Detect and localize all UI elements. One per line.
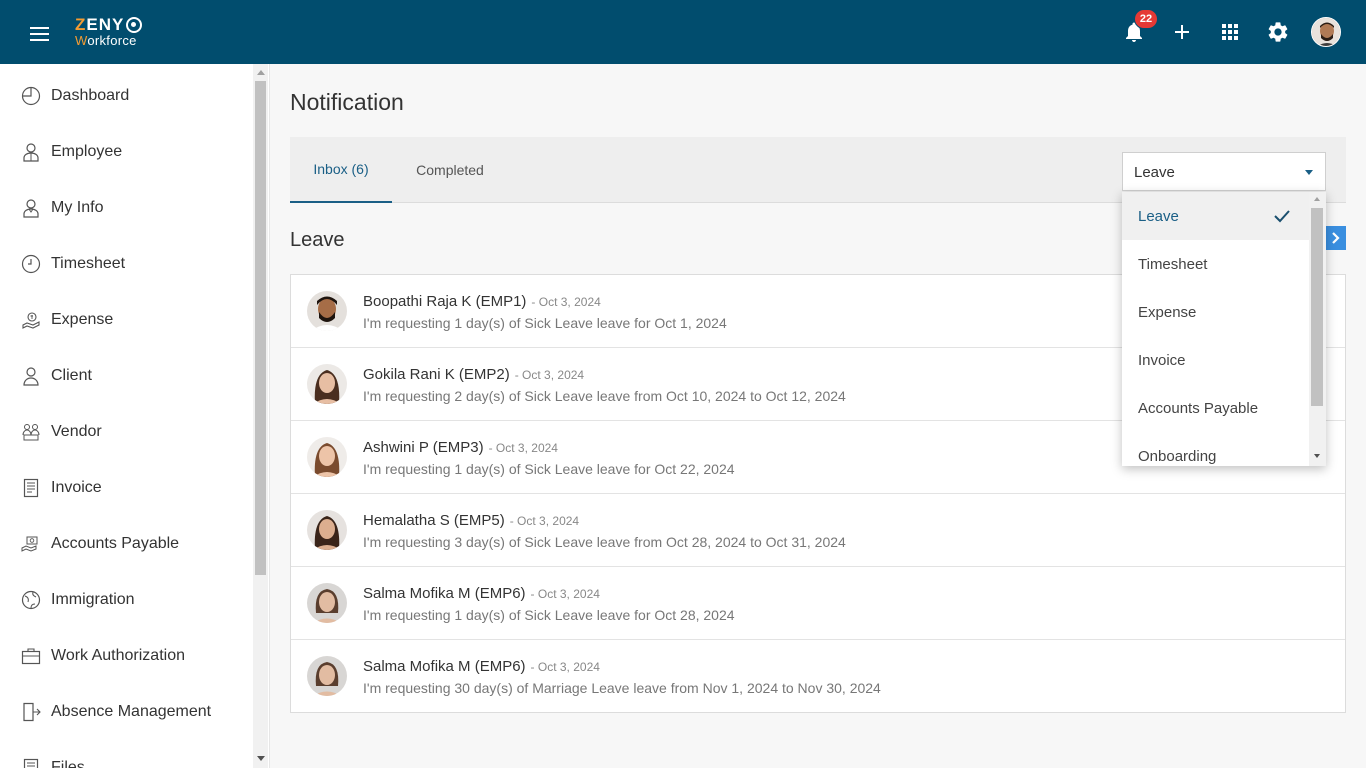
notification-message: I'm requesting 3 day(s) of Sick Leave le… [363, 534, 846, 550]
sidebar-item-absence-management[interactable]: Absence Management [0, 684, 252, 740]
notification-date: - Oct 3, 2024 [531, 295, 601, 309]
expense-icon [22, 312, 40, 329]
accounts-payable-icon [21, 536, 38, 552]
notification-date: - Oct 3, 2024 [514, 368, 585, 382]
dropdown-scroll-down-arrow[interactable] [1314, 454, 1320, 458]
employee-name: Boopathi Raja K (EMP1) [363, 293, 527, 310]
sidebar-item-invoice[interactable]: Invoice [0, 460, 252, 516]
client-icon [23, 367, 39, 386]
notification-row[interactable]: Salma Mofika M (EMP6) - Oct 3, 2024 I'm r… [291, 640, 1345, 713]
employee-avatar [307, 437, 347, 477]
tab-completed[interactable]: Completed [392, 137, 508, 203]
sidebar-item-label: Files [51, 759, 85, 768]
globe-icon [21, 590, 41, 610]
dropdown-option-leave[interactable]: Leave [1122, 192, 1309, 240]
employee-avatar [307, 583, 347, 623]
sidebar-item-dashboard[interactable]: Dashboard [0, 68, 252, 124]
dropdown-scroll-up-arrow[interactable] [1314, 197, 1320, 201]
employee-avatar [307, 364, 347, 404]
page-title: Notification [290, 89, 404, 115]
sidebar-item-immigration[interactable]: Immigration [0, 572, 252, 628]
dropdown-option-expense[interactable]: Expense [1122, 288, 1309, 336]
sidebar-item-label: Client [51, 367, 92, 384]
sidebar-item-timesheet[interactable]: Timesheet [0, 236, 252, 292]
sidebar-item-client[interactable]: Client [0, 348, 252, 404]
sidebar-item-label: Expense [51, 311, 114, 328]
notification-message: I'm requesting 1 day(s) of Sick Leave le… [363, 461, 735, 477]
sidebar-item-label: Vendor [51, 423, 102, 440]
notification-message: I'm requesting 2 day(s) of Sick Leave le… [363, 388, 846, 404]
sidebar-item-accounts-payable[interactable]: Accounts Payable [0, 516, 252, 572]
caret-down-icon [1305, 170, 1313, 175]
notification-date: - Oct 3, 2024 [530, 660, 600, 674]
dropdown-option-accounts-payable[interactable]: Accounts Payable [1122, 384, 1309, 432]
briefcase-icon [21, 648, 41, 665]
employee-name: Salma Mofika M (EMP6) [363, 658, 526, 675]
sidebar-item-label: My Info [51, 199, 104, 216]
exit-door-icon [23, 702, 41, 722]
sidebar-item-label: Accounts Payable [51, 535, 180, 552]
sidebar-item-employee[interactable]: Employee [0, 124, 252, 180]
sidebar: Dashboard Employee My Info Timesheet Exp… [0, 64, 270, 768]
sidebar-item-files[interactable]: Files [0, 740, 252, 768]
sidebar-item-label: Employee [51, 143, 123, 160]
category-select-value: Leave [1134, 164, 1175, 181]
sidebar-item-label: Timesheet [51, 255, 126, 272]
top-bar: Z ENY Workforce 22 [0, 0, 1366, 64]
check-icon [1274, 210, 1290, 223]
notification-date: - Oct 3, 2024 [509, 514, 580, 528]
employee-avatar [307, 510, 347, 550]
employee-name: Ashwini P (EMP3) [363, 439, 484, 456]
category-dropdown-menu: Leave Timesheet Expense Invoice Accounts… [1122, 192, 1326, 466]
dropdown-option-onboarding[interactable]: Onboarding [1122, 432, 1309, 466]
menu-icon[interactable] [30, 27, 50, 41]
employee-name: Gokila Rani K (EMP2) [363, 366, 510, 383]
employee-avatar [307, 291, 347, 331]
my-info-icon [23, 199, 39, 218]
sidebar-scroll-up-arrow[interactable] [257, 70, 265, 75]
avatar[interactable] [1311, 17, 1341, 47]
dashboard-icon [21, 86, 41, 106]
invoice-icon [23, 478, 39, 498]
plus-icon[interactable] [1170, 20, 1194, 44]
sidebar-item-label: Dashboard [51, 87, 130, 104]
dropdown-option-invoice[interactable]: Invoice [1122, 336, 1309, 384]
gear-icon[interactable] [1266, 20, 1290, 44]
section-title: Leave [290, 229, 345, 251]
sidebar-item-work-authorization[interactable]: Work Authorization [0, 628, 252, 684]
sidebar-item-label: Invoice [51, 479, 102, 496]
vendor-icon [22, 424, 40, 441]
files-icon [23, 758, 39, 768]
sidebar-item-my-info[interactable]: My Info [0, 180, 252, 236]
sidebar-item-label: Absence Management [51, 703, 212, 720]
employee-name: Hemalatha S (EMP5) [363, 512, 505, 529]
tab-inbox[interactable]: Inbox (6) [290, 137, 392, 203]
employee-name: Salma Mofika M (EMP6) [363, 585, 526, 602]
notification-message: I'm requesting 1 day(s) of Sick Leave le… [363, 315, 727, 331]
chevron-right-icon [1332, 232, 1340, 244]
sidebar-item-vendor[interactable]: Vendor [0, 404, 252, 460]
dropdown-scrollbar-thumb[interactable] [1311, 208, 1323, 406]
next-button[interactable] [1326, 226, 1346, 250]
category-select[interactable]: Leave [1122, 152, 1326, 191]
notification-message: I'm requesting 1 day(s) of Sick Leave le… [363, 607, 735, 623]
notification-date: - Oct 3, 2024 [530, 587, 600, 601]
apps-grid-icon[interactable] [1218, 20, 1242, 44]
sidebar-item-label: Immigration [51, 591, 135, 608]
notification-row[interactable]: Salma Mofika M (EMP6) - Oct 3, 2024 I'm r… [291, 567, 1345, 640]
employee-avatar [307, 656, 347, 696]
notification-row[interactable]: Hemalatha S (EMP5) - Oct 3, 2024 I'm requ… [291, 494, 1345, 567]
clock-icon [21, 254, 41, 274]
logo[interactable]: Z ENY Workforce [75, 16, 143, 47]
sidebar-scroll-down-arrow[interactable] [257, 756, 265, 761]
sidebar-item-expense[interactable]: Expense [0, 292, 252, 348]
dropdown-option-timesheet[interactable]: Timesheet [1122, 240, 1309, 288]
notification-badge: 22 [1134, 9, 1158, 29]
employee-icon [23, 143, 39, 162]
notification-date: - Oct 3, 2024 [488, 441, 558, 455]
notification-message: I'm requesting 30 day(s) of Marriage Lea… [363, 680, 881, 696]
sidebar-scrollbar-thumb[interactable] [255, 81, 266, 575]
sidebar-item-label: Work Authorization [51, 647, 185, 664]
